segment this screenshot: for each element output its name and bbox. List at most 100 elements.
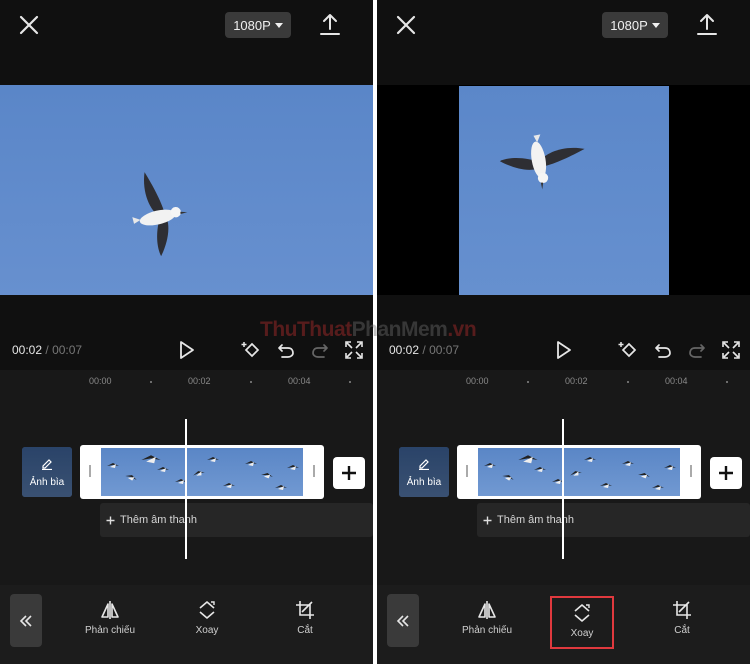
- mirror-tool-label: Phản chiếu: [461, 625, 513, 636]
- redo-icon: [312, 344, 328, 358]
- editor-screen-before: 1080P 00:02 / 00:07 00:00 00:02 00:04 Ản…: [0, 0, 373, 664]
- clip-trim-handle-right[interactable]: [690, 465, 692, 477]
- video-preview[interactable]: [377, 85, 750, 295]
- play-button[interactable]: [175, 339, 197, 361]
- video-clip[interactable]: [80, 445, 324, 499]
- ruler-dot: [527, 381, 529, 383]
- cover-thumbnail[interactable]: Ảnh bìa: [22, 447, 72, 497]
- clip-trim-handle-left[interactable]: [466, 465, 468, 477]
- export-icon: [697, 14, 717, 35]
- crop-tool-label: Cắt: [674, 625, 690, 636]
- close-button[interactable]: [16, 12, 42, 38]
- keyframe-icon: [241, 342, 260, 358]
- close-icon: [396, 15, 416, 35]
- fullscreen-button[interactable]: [343, 339, 365, 361]
- export-button[interactable]: [695, 12, 719, 38]
- timeline[interactable]: 00:00 00:02 00:04 Ảnh bìa Thêm âm thanh: [377, 370, 750, 585]
- undo-button[interactable]: [275, 339, 297, 361]
- collapse-toolbar-button[interactable]: [10, 594, 42, 647]
- crop-tool-label: Cắt: [297, 625, 313, 636]
- time-display: 00:02 / 00:07: [12, 343, 82, 357]
- mirror-tool-button[interactable]: Phản chiếu: [447, 599, 527, 649]
- crop-icon: [296, 601, 314, 619]
- undo-icon: [278, 344, 294, 358]
- cover-label: Ảnh bìa: [406, 477, 442, 488]
- ruler-dot: [150, 381, 152, 383]
- close-icon: [19, 15, 39, 35]
- clip-trim-handle-right[interactable]: [313, 465, 315, 477]
- close-button[interactable]: [393, 12, 419, 38]
- chevron-down-icon: [651, 22, 660, 28]
- total-time: 00:07: [429, 343, 460, 357]
- rotate-tool-label: Xoay: [570, 628, 594, 639]
- chevron-down-icon: [274, 22, 283, 28]
- redo-button[interactable]: [309, 339, 331, 361]
- export-icon: [320, 14, 340, 35]
- add-audio-button[interactable]: Thêm âm thanh: [100, 503, 373, 537]
- crop-tool-button[interactable]: Cắt: [642, 599, 722, 649]
- current-time: 00:02: [12, 343, 43, 357]
- clip-filmstrip: [478, 448, 680, 496]
- mirror-tool-button[interactable]: Phản chiếu: [70, 599, 150, 649]
- add-clip-button[interactable]: [710, 457, 742, 489]
- ruler-tick: 00:04: [288, 376, 311, 386]
- ruler-dot: [250, 381, 252, 383]
- redo-icon: [689, 344, 705, 358]
- time-display: 00:02 / 00:07: [389, 343, 459, 357]
- rotate-tool-button-selected[interactable]: Xoay: [550, 596, 614, 649]
- ruler-dot: [726, 381, 728, 383]
- ruler-tick: 00:02: [188, 376, 211, 386]
- keyframe-button[interactable]: [617, 339, 639, 361]
- undo-icon: [655, 344, 671, 358]
- mirror-icon: [478, 601, 496, 619]
- edit-icon: [42, 459, 52, 470]
- keyframe-icon: [618, 342, 637, 358]
- play-icon: [557, 341, 571, 359]
- time-ruler: 00:00 00:02 00:04: [0, 376, 373, 390]
- ruler-tick: 00:02: [565, 376, 588, 386]
- playhead[interactable]: [562, 419, 564, 559]
- add-clip-button[interactable]: [333, 457, 365, 489]
- redo-button[interactable]: [686, 339, 708, 361]
- time-ruler: 00:00 00:02 00:04: [377, 376, 750, 390]
- mirror-icon: [101, 601, 119, 619]
- video-clip[interactable]: [457, 445, 701, 499]
- keyframe-button[interactable]: [240, 339, 262, 361]
- timeline[interactable]: 00:00 00:02 00:04 Ảnh bìa Thêm âm thanh: [0, 370, 373, 585]
- undo-button[interactable]: [652, 339, 674, 361]
- resolution-dropdown[interactable]: 1080P: [225, 12, 291, 38]
- bottom-toolbar: Phản chiếu Xoay Cắt: [0, 585, 373, 664]
- playhead[interactable]: [185, 419, 187, 559]
- preview-image-rotated: [459, 86, 669, 295]
- ruler-tick: 00:00: [466, 376, 489, 386]
- mirror-tool-label: Phản chiếu: [84, 625, 136, 636]
- export-button[interactable]: [318, 12, 342, 38]
- play-button[interactable]: [552, 339, 574, 361]
- video-preview[interactable]: [0, 85, 373, 295]
- cover-thumbnail[interactable]: Ảnh bìa: [399, 447, 449, 497]
- fullscreen-button[interactable]: [720, 339, 742, 361]
- edit-icon: [419, 459, 429, 470]
- clip-trim-handle-left[interactable]: [89, 465, 91, 477]
- add-audio-button[interactable]: Thêm âm thanh: [477, 503, 750, 537]
- editor-screen-after: 1080P 00:02 / 00:07 00:00 00:02 00:04 Ản…: [377, 0, 750, 664]
- resolution-label: 1080P: [233, 17, 271, 33]
- ruler-dot: [627, 381, 629, 383]
- playback-controls: 00:02 / 00:07: [0, 335, 373, 365]
- resolution-label: 1080P: [610, 17, 648, 33]
- fullscreen-icon: [345, 341, 363, 359]
- resolution-dropdown[interactable]: 1080P: [602, 12, 668, 38]
- time-separator: /: [45, 343, 49, 357]
- double-chevron-left-icon: [19, 614, 32, 627]
- bottom-toolbar: Phản chiếu Xoay Cắt: [377, 585, 750, 664]
- plus-icon: [342, 466, 356, 480]
- rotate-icon: [574, 604, 590, 622]
- time-separator: /: [422, 343, 426, 357]
- total-time: 00:07: [52, 343, 83, 357]
- collapse-toolbar-button[interactable]: [387, 594, 419, 647]
- crop-tool-button[interactable]: Cắt: [265, 599, 345, 649]
- preview-image: [0, 85, 373, 295]
- playback-controls: 00:02 / 00:07: [377, 335, 750, 365]
- ruler-dot: [349, 381, 351, 383]
- rotate-tool-button[interactable]: Xoay: [167, 599, 247, 649]
